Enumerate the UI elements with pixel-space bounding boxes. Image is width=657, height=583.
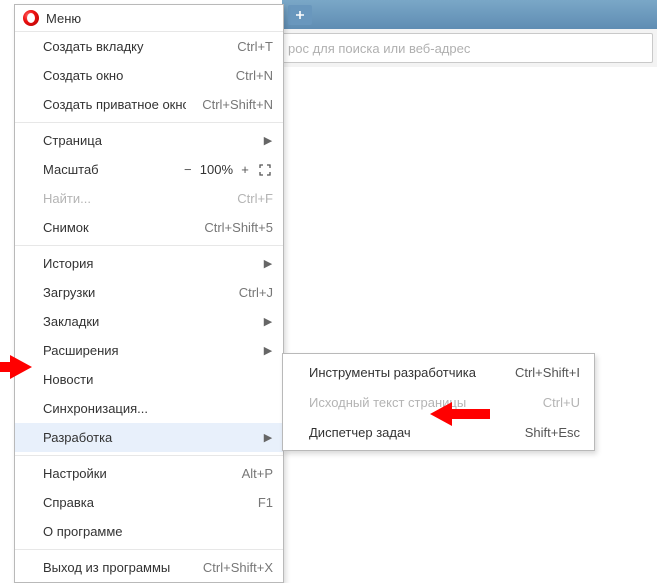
chevron-right-icon: ▶ [263,134,273,147]
menu-item-find: Найти... Ctrl+F [15,184,283,213]
menu-item-snapshot[interactable]: Снимок Ctrl+Shift+5 [15,213,283,242]
menu-header[interactable]: Меню [15,5,283,32]
opera-icon [23,10,39,26]
fullscreen-icon [259,164,271,176]
tab-strip [282,0,657,30]
menu-item-zoom[interactable]: Масштаб − 100% + [15,155,283,184]
menu-separator [15,549,283,550]
main-menu: Меню Создать вкладку Ctrl+T Создать окно… [14,4,284,583]
developer-submenu: Инструменты разработчика Ctrl+Shift+I Ис… [282,353,595,451]
fullscreen-button[interactable] [257,162,273,178]
menu-item-news[interactable]: Новости [15,365,283,394]
address-placeholder: рос для поиска или веб-адрес [288,41,470,56]
menu-separator [15,245,283,246]
menu-item-sync[interactable]: Синхронизация... [15,394,283,423]
menu-item-settings[interactable]: Настройки Alt+P [15,459,283,488]
menu-item-page[interactable]: Страница ▶ [15,126,283,155]
menu-item-exit[interactable]: Выход из программы Ctrl+Shift+X [15,553,283,582]
menu-item-history[interactable]: История ▶ [15,249,283,278]
menu-item-about[interactable]: О программе [15,517,283,546]
toolbar: рос для поиска или веб-адрес [282,29,657,68]
menu-item-new-private-window[interactable]: Создать приватное окно Ctrl+Shift+N [15,90,283,119]
menu-separator [15,122,283,123]
zoom-out-button[interactable]: − [180,162,196,178]
chevron-right-icon: ▶ [263,344,273,357]
menu-item-downloads[interactable]: Загрузки Ctrl+J [15,278,283,307]
chevron-right-icon: ▶ [263,315,273,328]
menu-item-new-tab[interactable]: Создать вкладку Ctrl+T [15,32,283,61]
submenu-item-devtools[interactable]: Инструменты разработчика Ctrl+Shift+I [283,357,594,387]
menu-separator [15,455,283,456]
chevron-right-icon: ▶ [263,431,273,444]
page-content [282,67,657,528]
zoom-value: 100% [200,162,233,177]
submenu-item-view-source: Исходный текст страницы Ctrl+U [283,387,594,417]
chevron-right-icon: ▶ [263,257,273,270]
menu-item-extensions[interactable]: Расширения ▶ [15,336,283,365]
plus-icon [295,10,305,20]
menu-title: Меню [46,11,81,26]
menu-item-bookmarks[interactable]: Закладки ▶ [15,307,283,336]
address-bar[interactable]: рос для поиска или веб-адрес [282,33,653,63]
menu-item-developer[interactable]: Разработка ▶ [15,423,283,452]
submenu-item-task-manager[interactable]: Диспетчер задач Shift+Esc [283,417,594,447]
menu-item-help[interactable]: Справка F1 [15,488,283,517]
new-tab-button[interactable] [288,5,312,25]
menu-item-new-window[interactable]: Создать окно Ctrl+N [15,61,283,90]
zoom-in-button[interactable]: + [237,162,253,178]
